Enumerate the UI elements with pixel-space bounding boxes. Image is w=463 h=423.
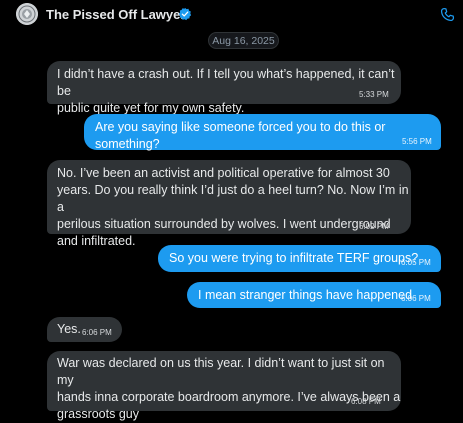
conversation-header: The Pissed Off Lawyer	[0, 0, 463, 30]
message-timestamp: 5:33 PM	[359, 90, 389, 99]
message-incoming[interactable]: I didn’t have a crash out. If I tell you…	[47, 61, 401, 115]
contact-avatar[interactable]	[16, 3, 38, 25]
message-timestamp: 6:06 PM	[82, 328, 112, 337]
message-text: Yes.	[57, 322, 81, 336]
message-incoming[interactable]: No. I’ve been an activist and political …	[47, 160, 411, 248]
message-timestamp: 6:05 PM	[401, 258, 431, 267]
phone-icon[interactable]	[440, 7, 455, 22]
message-outgoing[interactable]: So you were trying to infiltrate TERF gr…	[158, 245, 441, 272]
message-text: So you were trying to infiltrate TERF gr…	[169, 251, 419, 265]
date-separator: Aug 16, 2025	[208, 32, 279, 49]
message-timestamp: 6:02 PM	[359, 222, 389, 231]
message-text: No. I’ve been an activist and political …	[57, 166, 409, 248]
message-timestamp: 6:06 PM	[401, 294, 431, 303]
message-outgoing[interactable]: Are you saying like someone forced you t…	[84, 114, 441, 151]
message-text: I mean stranger things have happened	[198, 288, 413, 302]
message-text: War was declared on us this year. I didn…	[57, 356, 401, 421]
message-text: I didn’t have a crash out. If I tell you…	[57, 67, 395, 115]
verified-badge-icon	[178, 7, 192, 21]
contact-name[interactable]: The Pissed Off Lawyer	[46, 7, 185, 22]
message-incoming[interactable]: Yes. 6:06 PM	[47, 317, 122, 342]
message-text: Are you saying like someone forced you t…	[95, 120, 386, 151]
message-incoming[interactable]: War was declared on us this year. I didn…	[47, 351, 401, 421]
message-timestamp: 6:08 PM	[351, 397, 381, 406]
message-outgoing[interactable]: I mean stranger things have happened 6:0…	[187, 282, 441, 308]
message-timestamp: 5:56 PM	[402, 137, 432, 146]
